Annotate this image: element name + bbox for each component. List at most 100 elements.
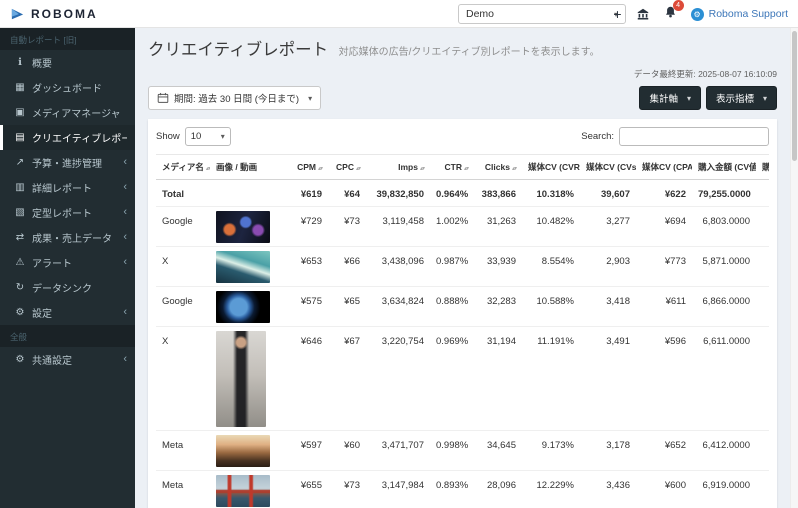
- sidebar: 自動レポート [旧] 概要 ダッシュボード メディアマネージャ クリエイティブレ…: [0, 28, 135, 508]
- scrollbar-thumb[interactable]: [792, 31, 797, 161]
- sidebar-section-auto-report: 自動レポート [旧]: [0, 28, 135, 50]
- report-toolbar: 期間: 過去 30 日間 (今日まで) 集計軸 表示指標: [148, 86, 777, 110]
- roboma-support-icon: [691, 8, 704, 21]
- table-row: X ¥646 ¥67 3,220,754 0.969% 31,194 11.19…: [156, 327, 769, 431]
- sort-icon: [464, 166, 468, 172]
- creative-thumbnail[interactable]: [216, 211, 270, 243]
- table-header-row: メディア名 画像 / 動画 CPM CPC Imps CTR Clicks 媒体…: [156, 155, 769, 180]
- chevron-down-icon: [759, 93, 767, 104]
- toolbar-right: 集計軸 表示指標: [639, 86, 777, 110]
- column-header-media[interactable]: メディア名: [156, 155, 210, 180]
- aggregate-axis-button[interactable]: 集計軸: [639, 86, 701, 110]
- sync-icon: [13, 282, 27, 293]
- chevron-down-icon: [304, 93, 312, 104]
- account-select[interactable]: Demo: [458, 4, 626, 24]
- template-icon: [13, 207, 27, 218]
- gear-icon: [13, 354, 27, 365]
- column-header-cpm[interactable]: CPM: [276, 155, 328, 180]
- chevron-left-icon: [123, 207, 127, 218]
- chevron-left-icon: [123, 257, 127, 268]
- sidebar-item-media-manager[interactable]: メディアマネージャ: [0, 100, 135, 125]
- display-metrics-button[interactable]: 表示指標: [706, 86, 777, 110]
- organization-icon[interactable]: [636, 7, 650, 21]
- period-button[interactable]: 期間: 過去 30 日間 (今日まで): [148, 86, 321, 110]
- table-row: X ¥653 ¥66 3,438,096 0.987% 33,939 8.554…: [156, 247, 769, 287]
- support-link[interactable]: Roboma Support: [691, 8, 788, 21]
- page-title: クリエイティブレポート: [148, 41, 328, 59]
- sort-icon: [512, 166, 516, 172]
- vertical-scrollbar[interactable]: [790, 28, 798, 508]
- creative-thumbnail[interactable]: [216, 251, 270, 283]
- column-header-cvs[interactable]: 媒体CV (CVs): [580, 155, 636, 180]
- notification-badge: 4: [673, 0, 684, 11]
- last-updated: データ最終更新: 2025-08-07 16:10:09: [148, 68, 777, 80]
- app-window: ROBOMA Demo 4 R: [0, 0, 798, 508]
- sidebar-item-alert[interactable]: アラート: [0, 250, 135, 275]
- column-header-cvr[interactable]: 媒体CV (CVR): [522, 155, 580, 180]
- column-header-purchase-roas[interactable]: 購入金額 (ROAS): [756, 155, 769, 180]
- navbar-actions: 4 Roboma Support: [613, 0, 788, 28]
- alert-icon: [13, 257, 27, 268]
- table-scroll-area[interactable]: メディア名 画像 / 動画 CPM CPC Imps CTR Clicks 媒体…: [156, 154, 769, 508]
- account-select-value: Demo: [466, 8, 494, 20]
- creative-thumbnail[interactable]: [216, 331, 266, 427]
- main-content: クリエイティブレポート 対応媒体の広告/クリエイティブ別レポートを表示します。 …: [135, 28, 790, 508]
- top-navbar: ROBOMA Demo 4 R: [0, 0, 798, 28]
- sidebar-item-data-sync[interactable]: データシンク: [0, 275, 135, 300]
- logo-text: ROBOMA: [31, 7, 98, 21]
- period-button-label: 期間: 過去 30 日間 (今日まで): [174, 91, 299, 105]
- chevron-left-icon: [123, 182, 127, 193]
- creative-report-table: メディア名 画像 / 動画 CPM CPC Imps CTR Clicks 媒体…: [156, 154, 769, 508]
- page-subtitle: 対応媒体の広告/クリエイティブ別レポートを表示します。: [339, 47, 600, 58]
- sidebar-item-budget-progress[interactable]: 予算・進捗管理: [0, 150, 135, 175]
- creative-thumbnail[interactable]: [216, 475, 270, 507]
- chevron-down-icon: [683, 93, 691, 104]
- table-row: Meta ¥597 ¥60 3,471,707 0.998% 34,645 9.…: [156, 431, 769, 471]
- last-updated-label: データ最終更新:: [634, 69, 696, 79]
- chevron-left-icon: [123, 157, 127, 168]
- chevron-down-icon: [217, 131, 225, 142]
- show-label: Show: [156, 131, 180, 142]
- logo[interactable]: ROBOMA: [10, 0, 98, 28]
- column-header-imps[interactable]: Imps: [366, 155, 430, 180]
- table-row: Meta ¥655 ¥73 3,147,984 0.893% 28,096 12…: [156, 471, 769, 508]
- sidebar-item-creative-report[interactable]: クリエイティブレポート: [0, 125, 135, 150]
- chevron-left-icon: [123, 354, 127, 365]
- roboma-logo-icon: [10, 7, 25, 22]
- search-label: Search:: [581, 131, 614, 142]
- column-header-purchase-cv[interactable]: 購入金額 (CV値): [692, 155, 756, 180]
- sort-icon: [206, 166, 210, 172]
- dashboard-icon: [13, 82, 27, 93]
- table-controls: Show 10 Search:: [156, 127, 769, 146]
- support-label: Roboma Support: [709, 8, 788, 20]
- sidebar-item-dashboard[interactable]: ダッシュボード: [0, 75, 135, 100]
- chart-icon: [13, 157, 27, 168]
- column-header-clicks[interactable]: Clicks: [474, 155, 522, 180]
- sort-icon: [356, 166, 360, 172]
- sidebar-item-overview[interactable]: 概要: [0, 50, 135, 75]
- sidebar-item-common-settings[interactable]: 共通設定: [0, 347, 135, 372]
- sidebar-item-settings[interactable]: 設定: [0, 300, 135, 325]
- notifications-button[interactable]: 4: [664, 5, 677, 24]
- column-header-cpc[interactable]: CPC: [328, 155, 366, 180]
- chevron-left-icon: [123, 232, 127, 243]
- creative-thumbnail[interactable]: [216, 435, 270, 467]
- add-icon[interactable]: [613, 7, 621, 21]
- creative-thumbnail[interactable]: [216, 291, 270, 323]
- last-updated-value: 2025-08-07 16:10:09: [698, 69, 777, 79]
- search-control: Search:: [581, 127, 769, 146]
- report-icon: [13, 132, 27, 143]
- sidebar-item-sales-data[interactable]: 成果・売上データ: [0, 225, 135, 250]
- chevron-left-icon: [123, 307, 127, 318]
- sidebar-item-template-report[interactable]: 定型レポート: [0, 200, 135, 225]
- page-length-select[interactable]: 10: [185, 127, 231, 146]
- exchange-icon: [13, 232, 27, 243]
- sidebar-item-detail-report[interactable]: 詳細レポート: [0, 175, 135, 200]
- column-header-ctr[interactable]: CTR: [430, 155, 474, 180]
- media-icon: [13, 107, 27, 118]
- column-header-image[interactable]: 画像 / 動画: [210, 155, 276, 180]
- search-input[interactable]: [619, 127, 769, 146]
- column-header-cpa[interactable]: 媒体CV (CPA): [636, 155, 692, 180]
- page-length-control: Show 10: [156, 127, 231, 146]
- table-row-total: Total ¥619 ¥64 39,832,850 0.964% 383,866…: [156, 180, 769, 207]
